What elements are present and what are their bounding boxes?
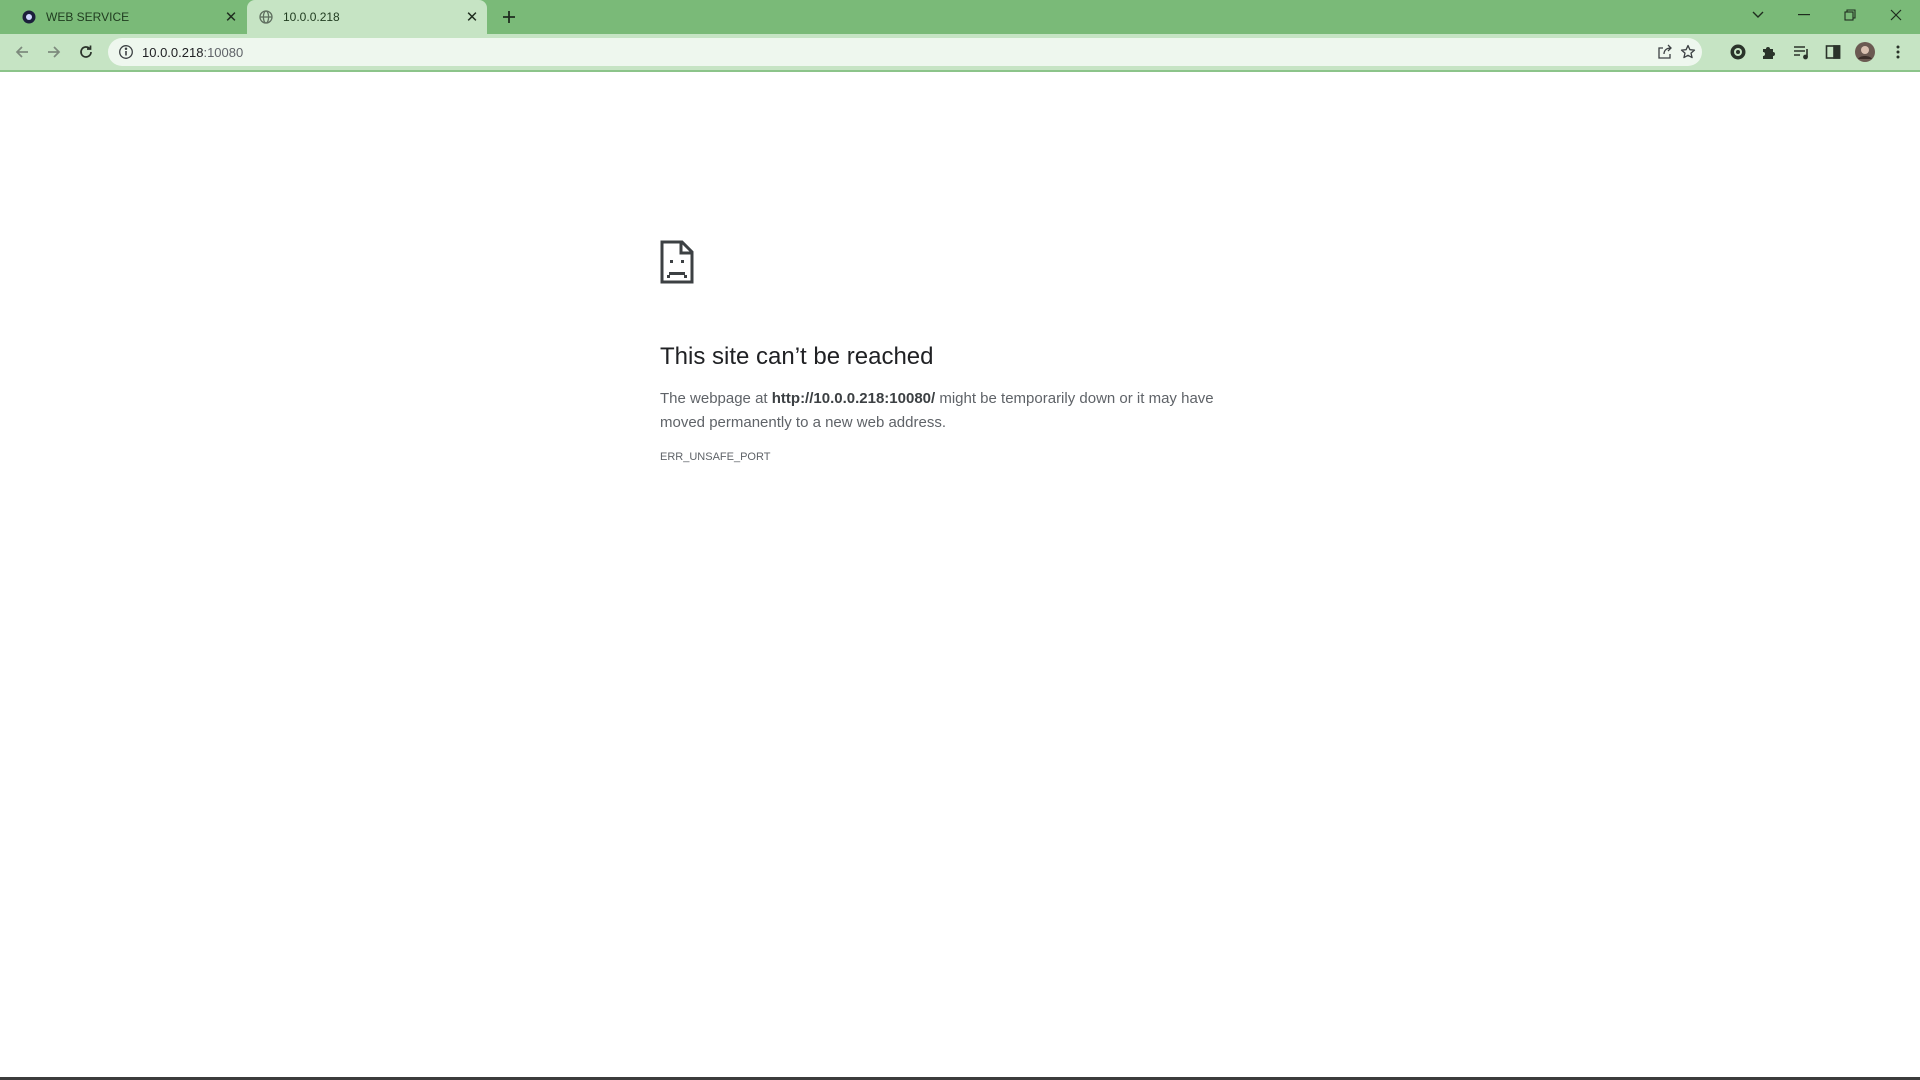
restore-icon [1844, 9, 1856, 21]
globe-dark-favicon-icon [22, 10, 36, 24]
desc-prefix: The webpage at [660, 390, 772, 407]
sad-document-icon [660, 240, 694, 284]
tab-strip: WEB SERVICE ✕ 10.0.0.218 ✕ [0, 0, 1920, 34]
close-window-icon [1890, 9, 1902, 21]
extension-shield-icon [1730, 44, 1746, 60]
extensions-button[interactable] [1758, 41, 1780, 63]
back-icon [15, 46, 28, 58]
minimize-icon [1798, 14, 1810, 16]
minimize-button[interactable] [1781, 0, 1827, 30]
reload-icon [80, 45, 92, 58]
error-page: This site can’t be reached The webpage a… [660, 240, 1260, 463]
tab-close-icon[interactable]: ✕ [222, 8, 240, 26]
desc-url: http://10.0.0.218:10080/ [771, 390, 936, 407]
profile-avatar-icon [1855, 42, 1875, 62]
profile-avatar[interactable] [1854, 41, 1876, 63]
close-window-button[interactable] [1873, 0, 1919, 30]
more-menu-icon [1896, 45, 1900, 59]
error-heading: This site can’t be reached [660, 343, 934, 370]
reload-button[interactable] [72, 38, 100, 66]
address-bar[interactable]: 10.0.0.218:10080 [108, 38, 1702, 66]
forward-button[interactable] [40, 38, 68, 66]
extensions-puzzle-icon [1763, 47, 1775, 59]
tab-web-service[interactable]: WEB SERVICE ✕ [10, 0, 246, 34]
error-description: The webpage at http://10.0.0.218:10080/ … [660, 387, 1260, 435]
reading-list-icon [1794, 46, 1808, 60]
chevron-down-icon [1752, 11, 1764, 18]
error-code: ERR_UNSAFE_PORT [660, 451, 771, 463]
back-button[interactable] [8, 38, 36, 66]
side-panel-button[interactable] [1822, 41, 1844, 63]
tab-title: WEB SERVICE [46, 10, 130, 24]
share-button[interactable] [1656, 43, 1674, 61]
more-menu-button[interactable] [1887, 41, 1909, 63]
bookmark-button[interactable] [1679, 43, 1697, 61]
globe-icon [259, 10, 273, 24]
tab-search-button[interactable] [1735, 0, 1781, 30]
tab-title: 10.0.0.218 [283, 10, 340, 24]
restore-button[interactable] [1827, 0, 1873, 30]
side-panel-icon [1825, 45, 1841, 59]
plus-icon [503, 11, 515, 23]
bookmark-star-icon [1680, 44, 1696, 59]
share-icon [1658, 44, 1672, 59]
tab-close-icon[interactable]: ✕ [463, 8, 481, 26]
url-host: 10.0.0.218 [142, 45, 204, 60]
address-url[interactable]: 10.0.0.218:10080 [142, 45, 243, 60]
extension-shield-button[interactable] [1727, 41, 1749, 63]
new-tab-button[interactable] [497, 5, 521, 29]
info-icon[interactable] [118, 44, 134, 60]
forward-icon [48, 46, 61, 58]
tab-10-0-0-218[interactable]: 10.0.0.218 ✕ [247, 0, 487, 34]
browser-toolbar: 10.0.0.218:10080 [0, 34, 1920, 72]
url-port: :10080 [203, 45, 244, 60]
reading-list-button[interactable] [1790, 41, 1812, 63]
